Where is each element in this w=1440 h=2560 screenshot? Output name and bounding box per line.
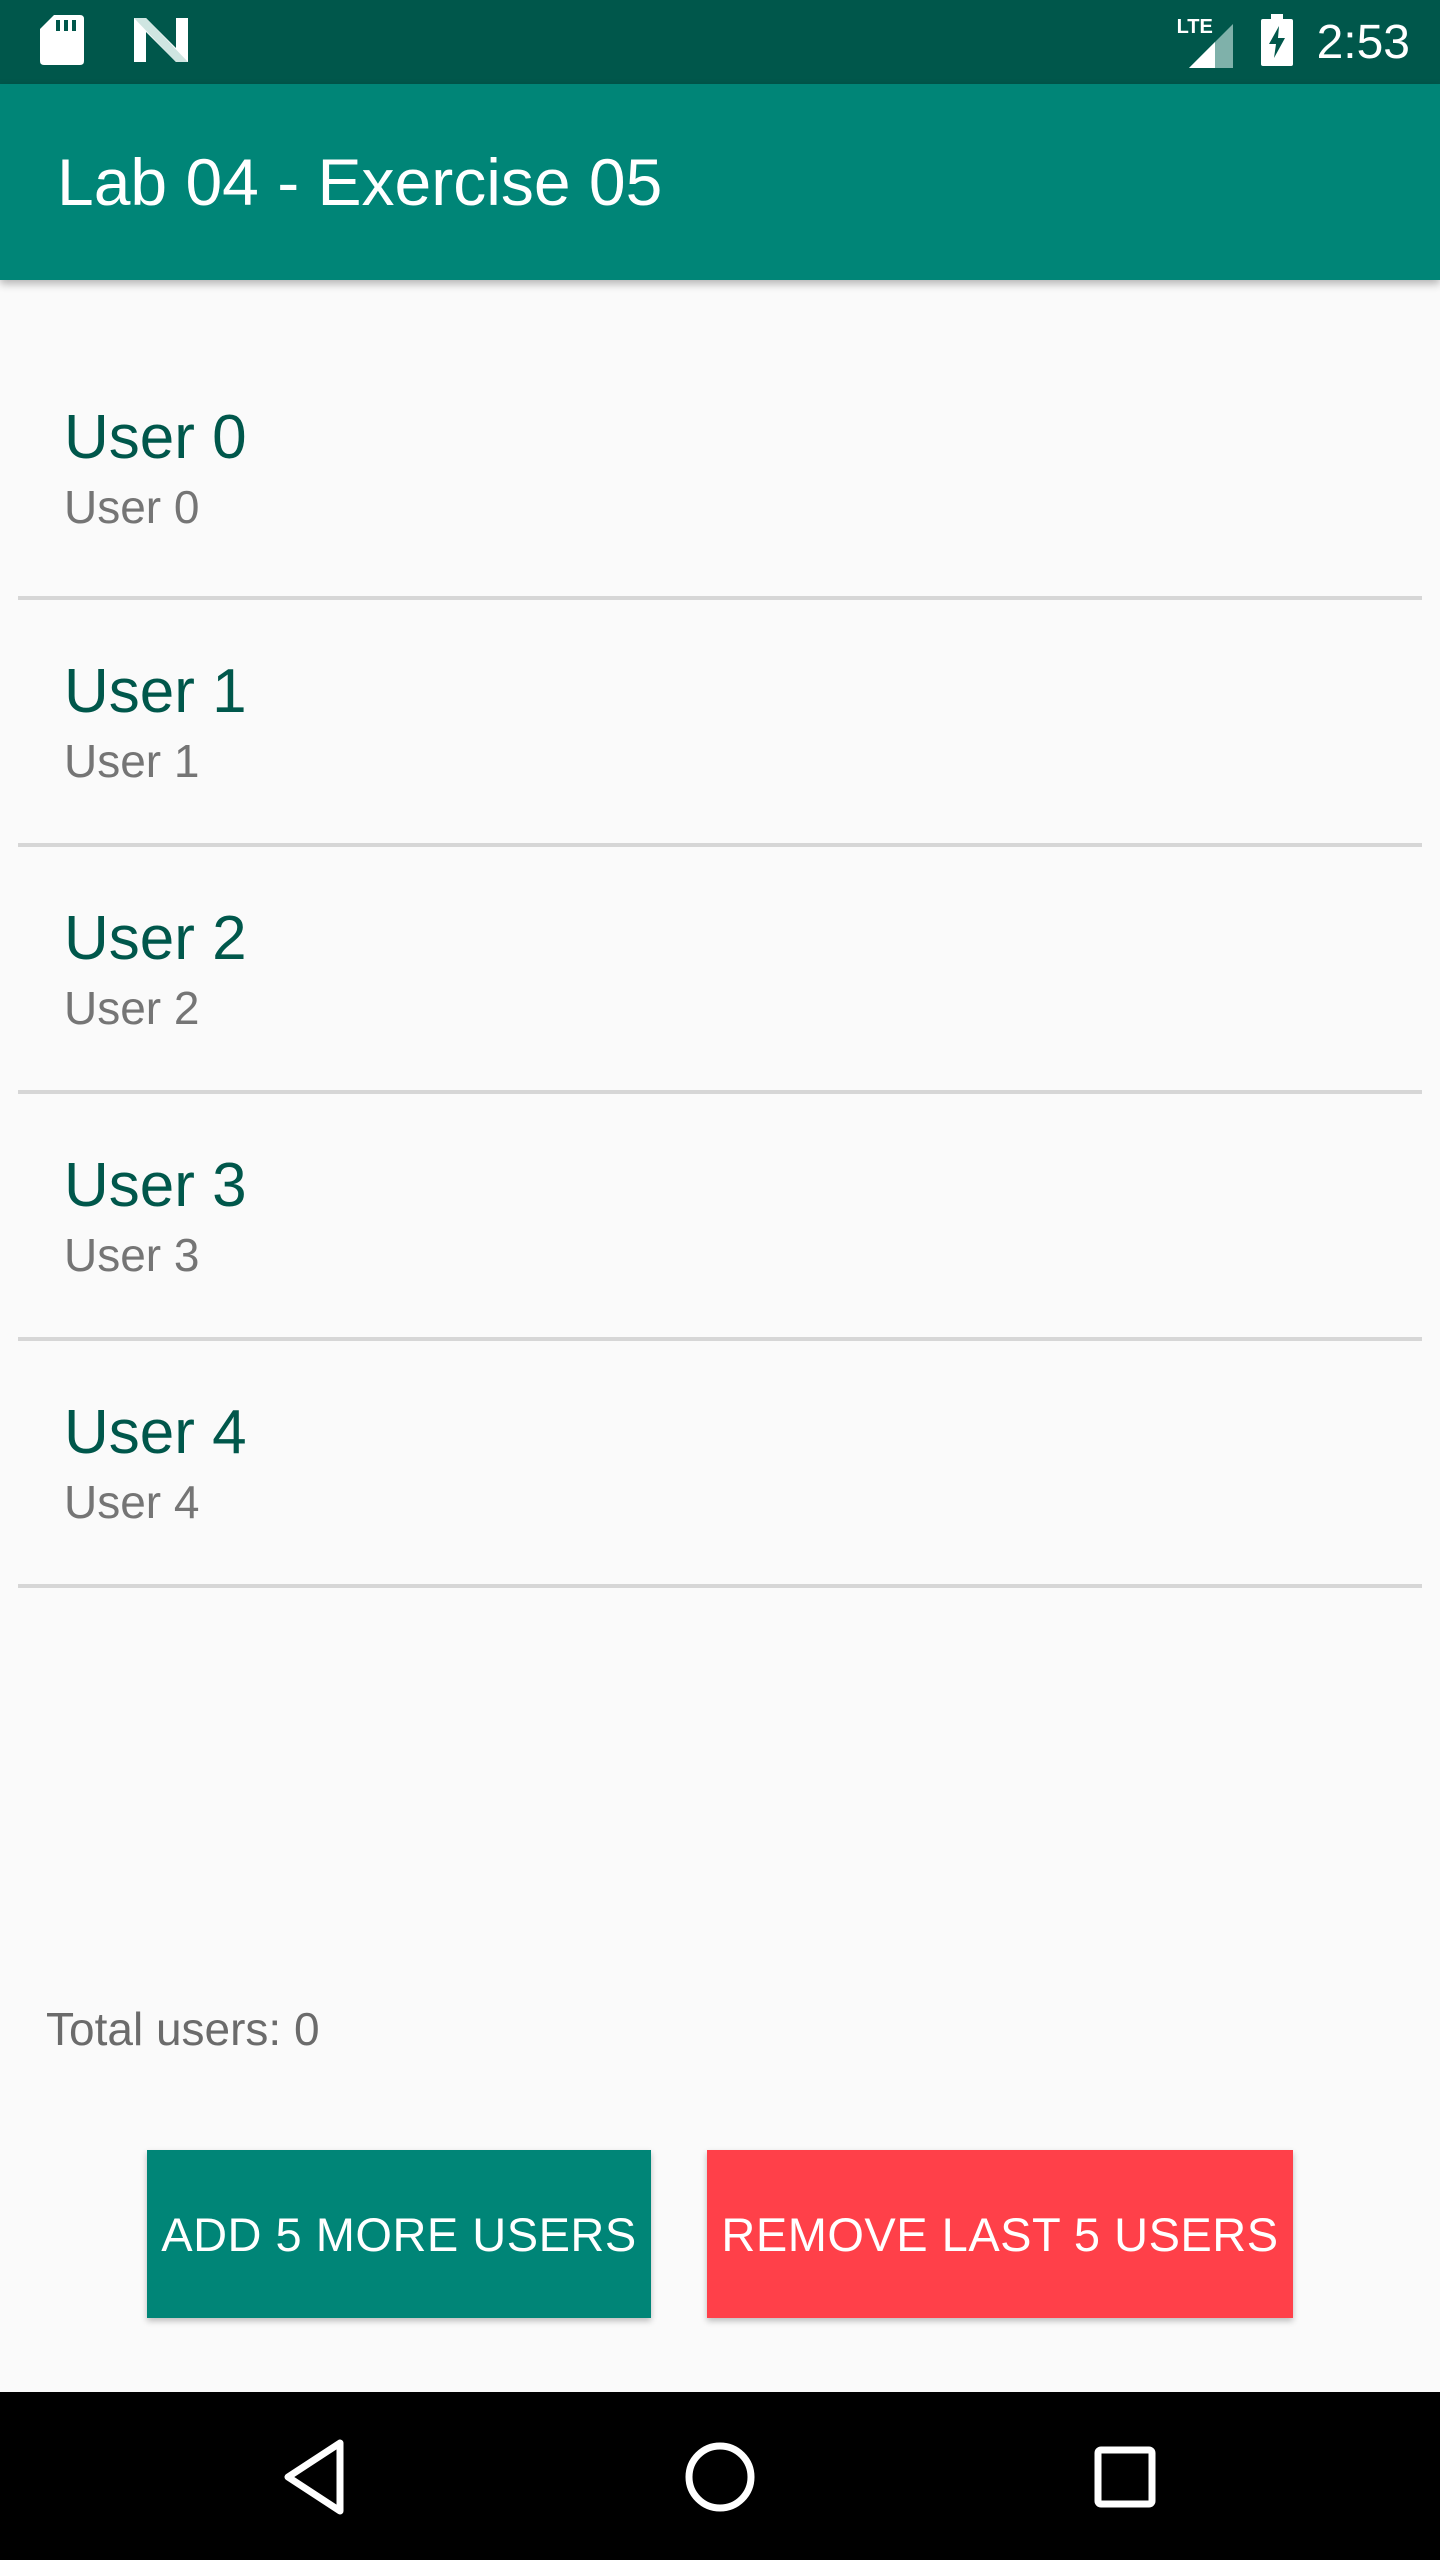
n-logo-icon (134, 17, 188, 67)
list-item[interactable]: User 1 User 1 (18, 600, 1422, 847)
app-title: Lab 04 - Exercise 05 (57, 145, 663, 219)
home-icon[interactable] (675, 2432, 765, 2522)
status-bar: LTE 2:53 (0, 0, 1440, 84)
list-item[interactable]: User 4 User 4 (18, 1341, 1422, 1588)
user-subtitle: User 4 (64, 1475, 200, 1528)
status-bar-left (40, 14, 188, 70)
list-item[interactable]: User 2 User 2 (18, 847, 1422, 1094)
user-subtitle: User 1 (64, 734, 200, 787)
app-bar: Lab 04 - Exercise 05 (0, 84, 1440, 280)
user-subtitle: User 0 (64, 481, 200, 533)
status-bar-right: LTE 2:53 (1177, 13, 1410, 71)
status-time: 2:53 (1316, 15, 1410, 69)
user-name: User 1 (64, 656, 247, 726)
battery-charging-icon (1260, 13, 1293, 71)
sd-card-icon (40, 14, 84, 70)
recents-icon[interactable] (1080, 2432, 1170, 2522)
list-item[interactable]: User 0 User 0 (18, 340, 1422, 600)
user-name: User 3 (64, 1150, 247, 1220)
list-item[interactable]: User 3 User 3 (18, 1094, 1422, 1341)
user-name: User 2 (64, 903, 247, 973)
user-list[interactable]: User 0 User 0 User 1 User 1 User 2 User … (18, 340, 1422, 1588)
user-subtitle: User 3 (64, 1228, 200, 1281)
navigation-bar (0, 2392, 1440, 2560)
user-name: User 4 (64, 1397, 247, 1467)
back-icon[interactable] (270, 2432, 360, 2522)
user-subtitle: User 2 (64, 981, 200, 1034)
user-name: User 0 (64, 403, 247, 472)
lte-signal-icon: LTE (1177, 16, 1237, 68)
add-users-button[interactable]: ADD 5 MORE USERS (147, 2150, 651, 2318)
remove-users-button[interactable]: REMOVE LAST 5 USERS (707, 2150, 1293, 2318)
total-users-label: Total users: 0 (46, 2003, 320, 2055)
